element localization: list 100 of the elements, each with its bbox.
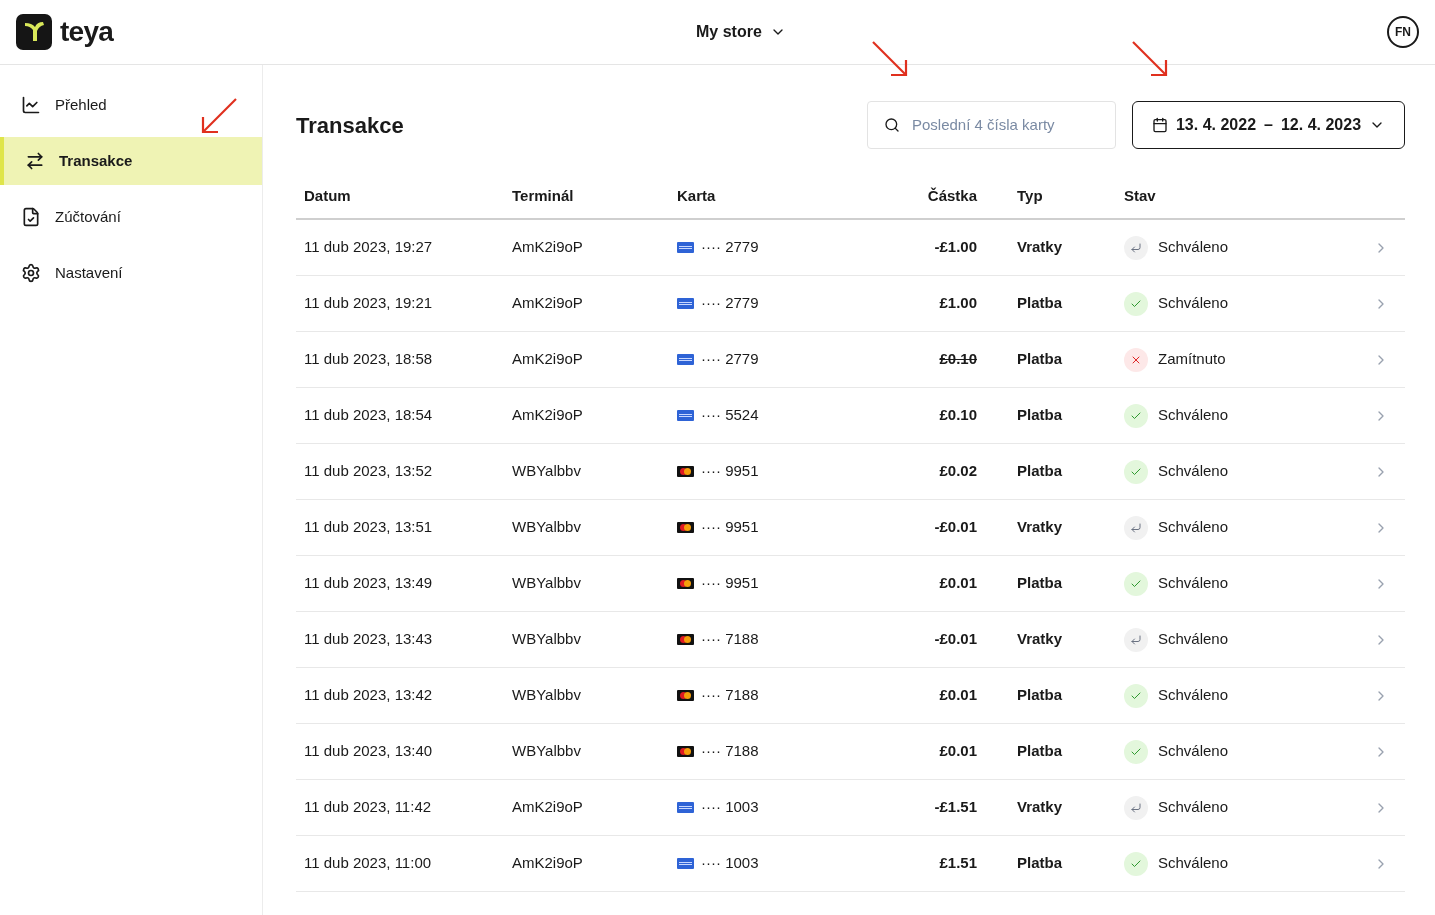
date-range-picker[interactable]: 13. 4. 2022 – 12. 4. 2023 bbox=[1132, 101, 1405, 149]
table-row[interactable]: 11 dub 2023, 13:49 WBYalbbv ···· 9951 £0.01 Platba Schváleno bbox=[296, 556, 1405, 612]
sidebar-item[interactable]: Zúčtování bbox=[0, 193, 262, 241]
terminal-cell: AmK2i9oP bbox=[512, 406, 583, 424]
amount-cell: £1.00 bbox=[939, 294, 977, 312]
card-brand-icon bbox=[677, 634, 694, 645]
terminal-cell: AmK2i9oP bbox=[512, 294, 583, 312]
card-brand-icon bbox=[677, 242, 694, 253]
card-number: ···· 2779 bbox=[701, 349, 759, 370]
status-text: Schváleno bbox=[1158, 573, 1229, 594]
status-text: Schváleno bbox=[1158, 293, 1229, 314]
card-number: ···· 7188 bbox=[701, 741, 759, 762]
table-row[interactable]: 11 dub 2023, 18:54 AmK2i9oP ···· 5524 £0.10 Platba Schváleno bbox=[296, 388, 1405, 444]
calendar-icon bbox=[1151, 117, 1168, 133]
amount-cell: -£0.01 bbox=[934, 630, 977, 648]
card-number: ···· 5524 bbox=[701, 405, 759, 426]
terminal-cell: WBYalbbv bbox=[512, 742, 581, 760]
table-row[interactable]: 11 dub 2023, 11:42 AmK2i9oP ···· 1003 -£1.51 Vratky Schváleno bbox=[296, 780, 1405, 836]
date-cell: 11 dub 2023, 13:49 bbox=[304, 574, 433, 592]
column-header: Terminál bbox=[512, 187, 574, 205]
status-text: Schváleno bbox=[1158, 741, 1229, 762]
date-cell: 11 dub 2023, 18:58 bbox=[304, 350, 433, 368]
status-text: Schváleno bbox=[1158, 237, 1229, 258]
card-brand-icon bbox=[677, 410, 694, 421]
logo-text: teya bbox=[60, 15, 114, 49]
table-row[interactable]: 11 dub 2023, 13:42 WBYalbbv ···· 7188 £0.01 Platba Schváleno bbox=[296, 668, 1405, 724]
card-brand-icon bbox=[677, 522, 694, 533]
card-number: ···· 9951 bbox=[701, 461, 759, 482]
card-number: ···· 1003 bbox=[701, 853, 759, 874]
annotation-arrow-icon bbox=[871, 40, 909, 78]
chart-icon bbox=[21, 95, 41, 115]
amount-cell: -£1.00 bbox=[934, 238, 977, 256]
date-cell: 11 dub 2023, 13:52 bbox=[304, 462, 433, 480]
card-brand-icon bbox=[677, 578, 694, 589]
search-field[interactable]: Poslední 4 čísla karty bbox=[867, 101, 1116, 149]
card-number: ···· 9951 bbox=[701, 517, 759, 538]
search-icon bbox=[884, 117, 900, 133]
date-cell: 11 dub 2023, 13:43 bbox=[304, 630, 433, 648]
date-cell: 11 dub 2023, 13:42 bbox=[304, 686, 433, 704]
column-header: Datum bbox=[304, 187, 351, 205]
annotation-arrow-icon bbox=[200, 97, 238, 135]
amount-cell: £0.01 bbox=[939, 742, 977, 760]
terminal-cell: WBYalbbv bbox=[512, 518, 581, 536]
date-cell: 11 dub 2023, 18:54 bbox=[304, 406, 433, 424]
table-row[interactable]: 11 dub 2023, 11:00 AmK2i9oP ···· 1003 £1.51 Platba Schváleno bbox=[296, 836, 1405, 892]
type-cell: Vratky bbox=[1017, 518, 1063, 536]
type-cell: Platba bbox=[1017, 406, 1062, 424]
sidebar-item[interactable]: Transakce bbox=[0, 137, 262, 185]
settings-icon bbox=[21, 263, 41, 283]
amount-cell: £0.02 bbox=[939, 462, 977, 480]
terminal-cell: WBYalbbv bbox=[512, 574, 581, 592]
amount-cell: -£1.51 bbox=[934, 798, 977, 816]
type-cell: Platba bbox=[1017, 574, 1062, 592]
status-text: Zamítnuto bbox=[1158, 349, 1226, 370]
terminal-cell: WBYalbbv bbox=[512, 462, 581, 480]
status-text: Schváleno bbox=[1158, 853, 1229, 874]
date-cell: 11 dub 2023, 13:51 bbox=[304, 518, 433, 536]
terminal-cell: WBYalbbv bbox=[512, 630, 581, 648]
table-row[interactable]: 11 dub 2023, 19:21 AmK2i9oP ···· 2779 £1.00 Platba Schváleno bbox=[296, 276, 1405, 332]
search-input[interactable]: Poslední 4 čísla karty bbox=[912, 113, 1099, 137]
card-brand-icon bbox=[677, 690, 694, 701]
status-text: Schváleno bbox=[1158, 517, 1229, 538]
table-row[interactable]: 11 dub 2023, 13:51 WBYalbbv ···· 9951 -£0.01 Vratky Schváleno bbox=[296, 500, 1405, 556]
amount-cell: £0.10 bbox=[939, 350, 977, 368]
status-text: Schváleno bbox=[1158, 405, 1229, 426]
card-brand-icon bbox=[677, 466, 694, 477]
amount-cell: £0.10 bbox=[939, 406, 977, 424]
logo-icon bbox=[16, 14, 52, 50]
sidebar-item[interactable]: Nastavení bbox=[0, 249, 262, 297]
sidebar-item[interactable]: Přehled bbox=[0, 81, 262, 129]
table-row[interactable]: 11 dub 2023, 19:27 AmK2i9oP ···· 2779 -£1.00 Vratky Schváleno bbox=[296, 220, 1405, 276]
type-cell: Platba bbox=[1017, 350, 1062, 368]
card-brand-icon bbox=[677, 298, 694, 309]
type-cell: Platba bbox=[1017, 462, 1062, 480]
table-row[interactable]: 11 dub 2023, 13:52 WBYalbbv ···· 9951 £0.02 Platba Schváleno bbox=[296, 444, 1405, 500]
card-brand-icon bbox=[677, 802, 694, 813]
terminal-cell: AmK2i9oP bbox=[512, 238, 583, 256]
terminal-cell: AmK2i9oP bbox=[512, 854, 583, 872]
terminal-cell: AmK2i9oP bbox=[512, 350, 583, 368]
amount-cell: -£0.01 bbox=[934, 518, 977, 536]
terminal-cell: AmK2i9oP bbox=[512, 798, 583, 816]
amount-cell: £0.01 bbox=[939, 686, 977, 704]
user-avatar[interactable]: FN bbox=[1387, 16, 1419, 48]
date-cell: 11 dub 2023, 11:00 bbox=[304, 854, 432, 872]
date-cell: 11 dub 2023, 11:42 bbox=[304, 798, 432, 816]
card-brand-icon bbox=[677, 354, 694, 365]
type-cell: Platba bbox=[1017, 742, 1062, 760]
card-number: ···· 7188 bbox=[701, 685, 759, 706]
status-text: Schváleno bbox=[1158, 461, 1229, 482]
status-text: Schváleno bbox=[1158, 685, 1229, 706]
type-cell: Platba bbox=[1017, 686, 1062, 704]
type-cell: Platba bbox=[1017, 294, 1062, 312]
table-row[interactable]: 11 dub 2023, 13:43 WBYalbbv ···· 7188 -£0.01 Vratky Schváleno bbox=[296, 612, 1405, 668]
table-row[interactable]: 11 dub 2023, 13:40 WBYalbbv ···· 7188 £0.01 Platba Schváleno bbox=[296, 724, 1405, 780]
type-cell: Vratky bbox=[1017, 630, 1063, 648]
annotation-arrow-icon bbox=[1131, 40, 1169, 78]
store-selector[interactable]: My store bbox=[696, 20, 786, 44]
card-number: ···· 9951 bbox=[701, 573, 759, 594]
card-number: ···· 2779 bbox=[701, 237, 759, 258]
table-row[interactable]: 11 dub 2023, 18:58 AmK2i9oP ···· 2779 £0.10 Platba Zamítnuto bbox=[296, 332, 1405, 388]
